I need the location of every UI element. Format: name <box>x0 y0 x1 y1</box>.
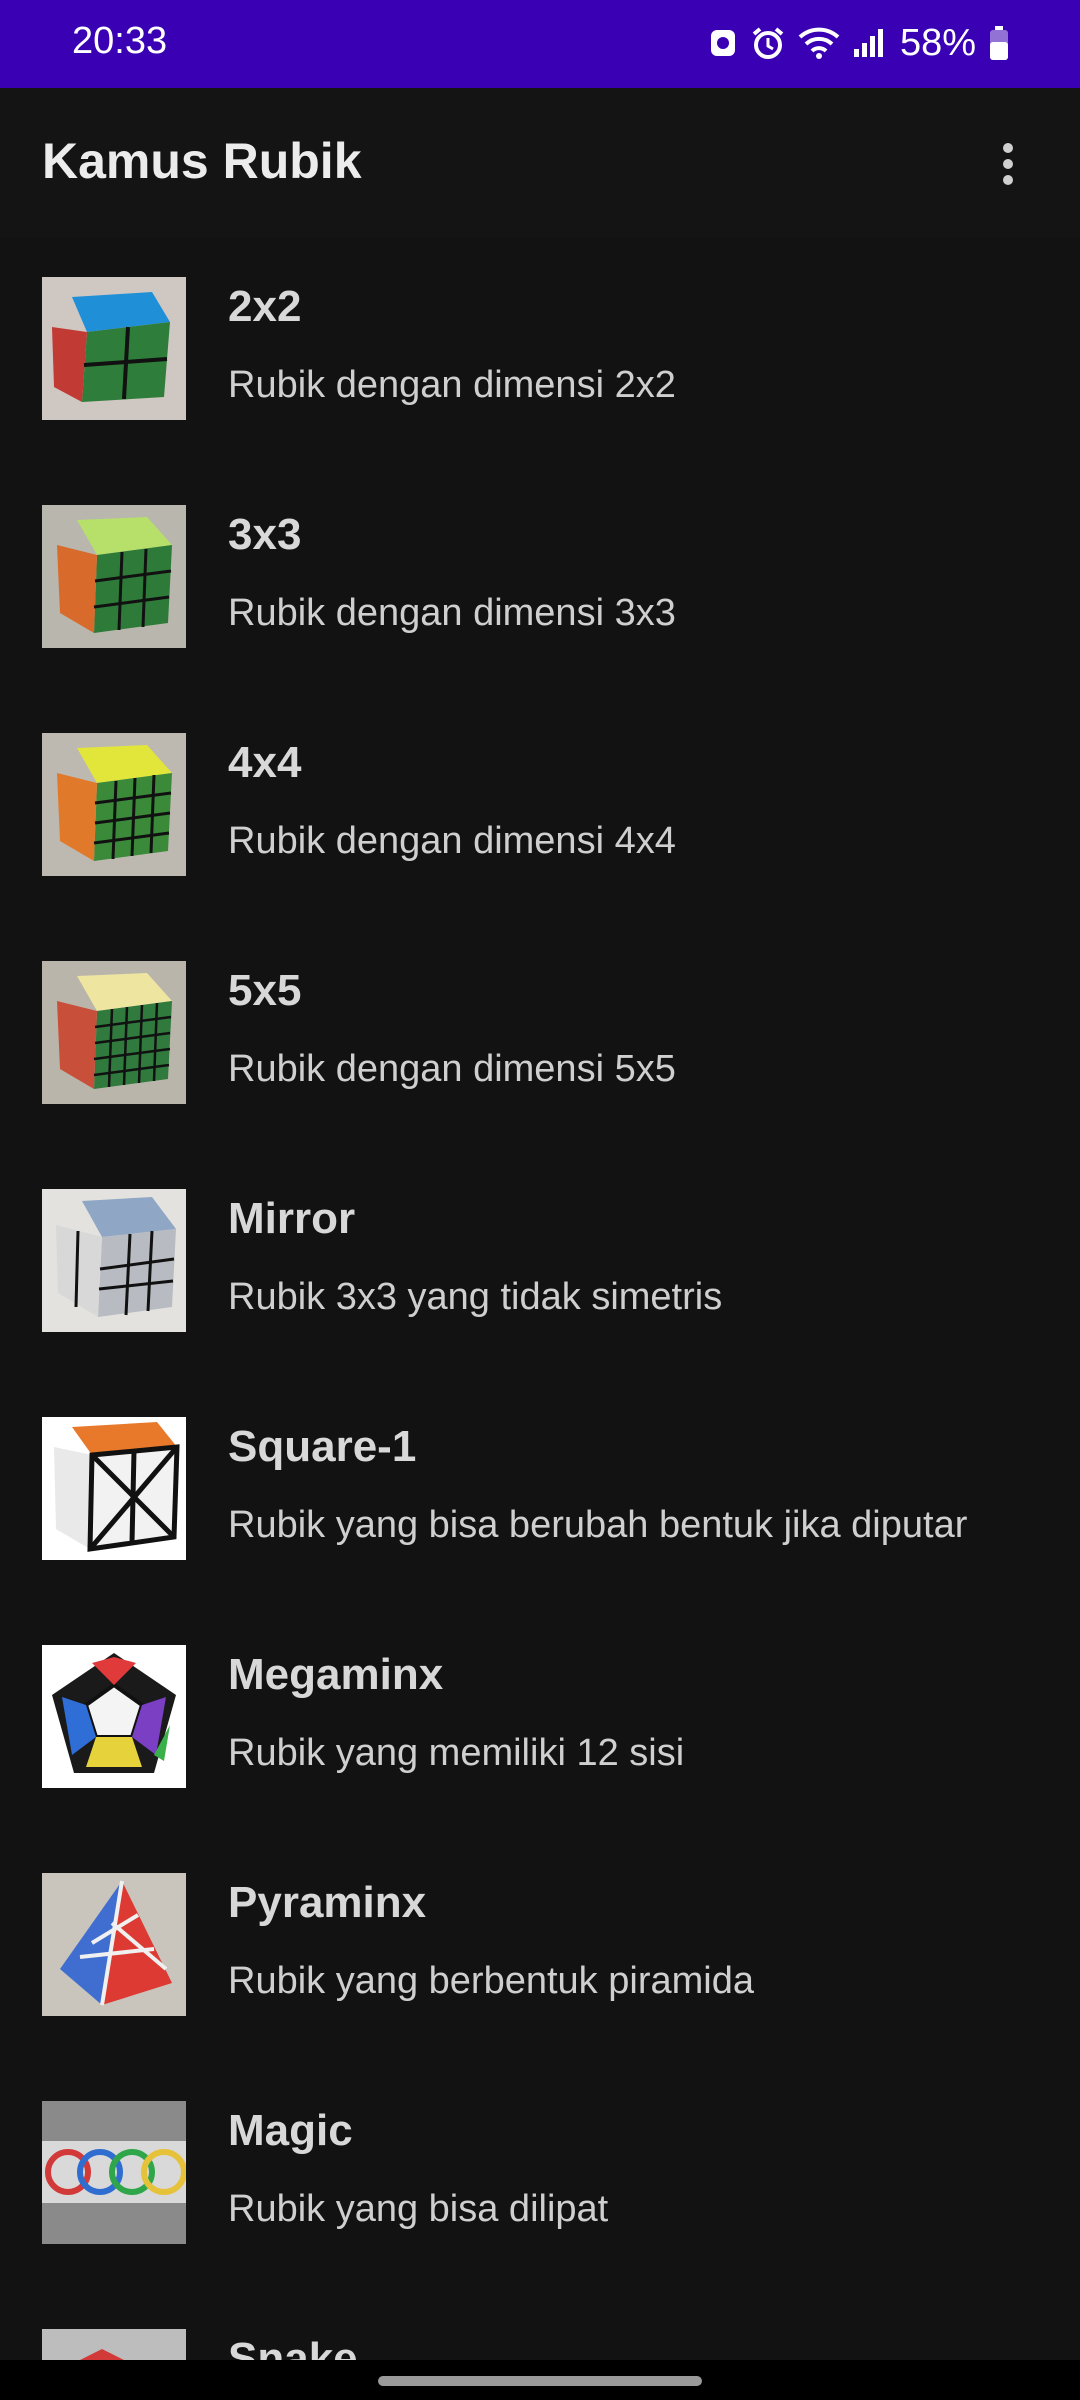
rubik-pyraminx-image <box>42 1873 186 2016</box>
item-title: 4x4 <box>228 738 302 787</box>
overflow-menu-button[interactable] <box>976 132 1040 196</box>
rubik-4x4-image <box>42 733 186 876</box>
rubik-2x2-image <box>42 277 186 420</box>
alarm-icon <box>752 27 784 59</box>
list-item[interactable]: Megaminx Rubik yang memiliki 12 sisi <box>0 1606 1080 1834</box>
battery-icon <box>990 26 1008 60</box>
item-title: Pyraminx <box>228 1878 427 1927</box>
item-title: Mirror <box>228 1194 356 1243</box>
list-item[interactable]: 5x5 Rubik dengan dimensi 5x5 <box>0 922 1080 1150</box>
page-title: Kamus Rubik <box>42 133 362 189</box>
item-title: 2x2 <box>228 282 302 331</box>
wifi-icon <box>798 27 840 59</box>
more-vert-icon <box>1003 143 1013 185</box>
item-title: 5x5 <box>228 966 302 1015</box>
item-title: Magic <box>228 2106 353 2155</box>
list-item[interactable]: Magic Rubik yang bisa dilipat <box>0 2062 1080 2290</box>
rubik-5x5-image <box>42 961 186 1104</box>
item-description: Rubik yang memiliki 12 sisi <box>228 1732 685 1774</box>
item-description: Rubik dengan dimensi 3x3 <box>228 592 676 634</box>
rubik-magic-image <box>42 2101 186 2244</box>
item-title: 3x3 <box>228 510 302 559</box>
item-description: Rubik yang bisa dilipat <box>228 2188 609 2230</box>
list-item[interactable]: 2x2 Rubik dengan dimensi 2x2 <box>0 238 1080 466</box>
app-bar: Kamus Rubik <box>0 88 1080 238</box>
signal-icon <box>853 29 883 57</box>
rubik-3x3-image <box>42 505 186 648</box>
item-title: Square-1 <box>228 1422 417 1471</box>
item-description: Rubik 3x3 yang tidak simetris <box>228 1276 723 1318</box>
item-description: Rubik dengan dimensi 5x5 <box>228 1048 676 1090</box>
status-icons: 58% <box>708 16 1010 70</box>
battery-percentage: 58% <box>899 21 976 64</box>
rubik-megaminx-image <box>42 1645 186 1788</box>
list-item[interactable]: 4x4 Rubik dengan dimensi 4x4 <box>0 694 1080 922</box>
item-description: Rubik dengan dimensi 4x4 <box>228 820 676 862</box>
rubik-square-1-image <box>42 1417 186 1560</box>
item-description: Rubik yang bisa berubah bentuk jika dipu… <box>228 1504 968 1546</box>
list-item[interactable]: 3x3 Rubik dengan dimensi 3x3 <box>0 466 1080 694</box>
list-item[interactable]: Pyraminx Rubik yang berbentuk piramida <box>0 1834 1080 2062</box>
bixby-routine-icon <box>710 30 735 56</box>
item-description: Rubik dengan dimensi 2x2 <box>228 364 676 406</box>
home-gesture-handle[interactable] <box>378 2376 702 2386</box>
item-description: Rubik yang berbentuk piramida <box>228 1960 754 2002</box>
list-item[interactable]: Square-1 Rubik yang bisa berubah bentuk … <box>0 1378 1080 1606</box>
item-title: Megaminx <box>228 1650 444 1699</box>
status-time: 20:33 <box>72 20 168 62</box>
list-item[interactable]: Mirror Rubik 3x3 yang tidak simetris <box>0 1150 1080 1378</box>
status-bar: 20:33 58% <box>0 0 1080 88</box>
rubik-mirror-image <box>42 1189 186 1332</box>
